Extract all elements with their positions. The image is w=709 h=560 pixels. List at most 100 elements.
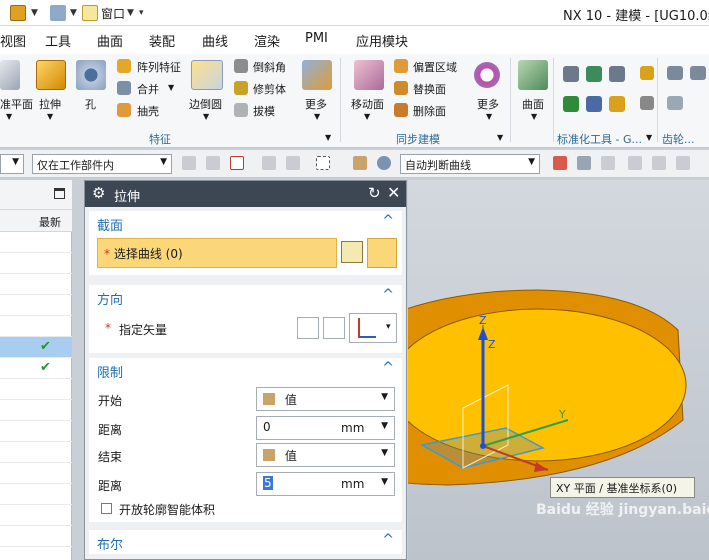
chevron-down-icon[interactable]: ▼ [497,133,503,142]
datum-plane-icon[interactable] [0,60,20,90]
table-row[interactable] [0,463,72,484]
edge-blend-icon[interactable] [191,60,223,90]
table-row[interactable] [0,421,72,442]
reverse-direction-icon[interactable] [297,317,319,339]
type-filter-combo[interactable]: ▼ [0,154,24,174]
menu-curve[interactable]: 曲线 [202,31,228,50]
menu-applications[interactable]: 应用模块 [356,31,408,50]
shell-button[interactable]: 抽壳 [137,103,159,119]
chevron-down-icon[interactable]: ▼ [31,8,38,18]
gear-icon[interactable]: ⚙ [92,184,105,202]
reset-icon[interactable]: ↻ [368,184,381,202]
draft-button[interactable]: 拔模 [253,103,275,119]
box-select-icon[interactable] [316,156,330,170]
snap-point-icon[interactable] [182,156,196,170]
snap-point-icon[interactable] [652,156,666,170]
chevron-down-icon[interactable]: ▼ [486,112,492,121]
more-icon[interactable] [302,60,332,90]
chevron-up-icon[interactable]: ^ [382,287,394,303]
menu-surface[interactable]: 曲面 [97,31,123,50]
crosshair-icon[interactable] [230,156,244,170]
chevron-up-icon[interactable]: ^ [382,532,394,548]
table-row[interactable]: ✔ [0,358,72,379]
more-sync-button[interactable]: 更多 [477,96,499,112]
end-type-dropdown[interactable]: 值 ▼ [256,443,395,467]
chevron-down-icon[interactable]: ▾ [139,8,144,18]
move-face-button[interactable]: 移动面 [351,96,384,112]
table-row[interactable] [0,274,72,295]
cylinder-icon[interactable] [377,156,391,170]
book-icon[interactable] [10,5,26,21]
close-icon[interactable]: ✕ [387,183,400,202]
table-row[interactable] [0,295,72,316]
chevron-down-icon[interactable]: ▼ [531,112,537,121]
hole-icon[interactable] [76,60,106,90]
hole-button[interactable]: 孔 [85,96,96,112]
boolean-header[interactable]: 布尔 ^ [89,530,402,554]
grid-tool-icon[interactable] [609,96,625,112]
table-row[interactable] [0,526,72,547]
table-row[interactable] [0,442,72,463]
datum-plane-button[interactable]: 准平面 [0,96,33,112]
chevron-down-icon[interactable]: ▼ [381,421,388,431]
column-latest[interactable]: 最新 [39,214,61,230]
window-menu[interactable]: 窗口 [101,5,125,22]
pattern-feature-button[interactable]: 阵列特征 [137,59,181,75]
gear-tool-icon[interactable] [690,66,706,80]
chevron-up-icon[interactable]: ^ [382,360,394,376]
table-row[interactable] [0,400,72,421]
menu-assembly[interactable]: 装配 [149,31,175,50]
chevron-down-icon[interactable]: ▼ [203,112,209,121]
cube-icon[interactable] [353,156,367,170]
grid-tool-icon[interactable] [609,66,625,82]
chevron-down-icon[interactable]: ▼ [364,112,370,121]
snap-point-icon[interactable] [676,156,690,170]
menu-view[interactable]: 视图 [0,31,26,50]
snap-point-icon[interactable] [206,156,220,170]
grid-tool-icon[interactable] [586,96,602,112]
menu-pmi[interactable]: PMI [305,31,328,46]
grid-tool-icon[interactable] [640,96,654,110]
direction-header[interactable]: 方向 ^ [89,285,402,309]
start-type-dropdown[interactable]: 值 ▼ [256,387,395,411]
snap-point-icon[interactable] [628,156,642,170]
scope-filter-combo[interactable]: 仅在工作部件内 ▼ [32,154,172,174]
section-header[interactable]: 截面 ^ [89,211,402,235]
extrude-icon[interactable] [36,60,66,90]
curve-rule-combo[interactable]: 自动判断曲线 ▼ [400,154,540,174]
menu-render[interactable]: 渲染 [254,31,280,50]
chevron-down-icon[interactable]: ▼ [325,133,331,142]
select-curve-field[interactable]: * 选择曲线 (0) [97,238,337,268]
snap-point-icon[interactable] [262,156,276,170]
vector-type-dropdown[interactable]: ▾ [349,313,397,343]
chevron-down-icon[interactable]: ▼ [6,112,12,121]
start-distance-field[interactable]: 0 mm ▼ [256,416,395,440]
delete-face-button[interactable]: 删除面 [413,103,446,119]
grid-tool-icon[interactable] [640,66,654,80]
surface-button[interactable]: 曲面 [522,96,544,112]
grid-tool-icon[interactable] [563,96,579,112]
menu-tools[interactable]: 工具 [45,31,71,50]
graphics-viewport[interactable]: Z Z Y XY 平面 / 基准坐标系(0) Baidu 经验 jingyan.… [408,180,709,560]
snap-point-icon[interactable] [601,156,615,170]
curve-section-icon[interactable] [367,238,397,268]
arrow-right-icon[interactable] [577,156,591,170]
chevron-down-icon[interactable]: ▼ [168,83,174,92]
table-row[interactable] [0,316,72,337]
replace-face-button[interactable]: 替换面 [413,81,446,97]
chevron-down-icon[interactable]: ▼ [127,8,134,18]
extrude-button[interactable]: 拉伸 [39,96,61,112]
maximize-icon[interactable] [54,188,65,199]
chamfer-button[interactable]: 倒斜角 [253,59,286,75]
cylinder-top-face[interactable] [408,308,687,462]
table-row[interactable] [0,379,72,400]
edit-icon[interactable] [50,5,66,21]
refresh-icon[interactable] [474,62,500,88]
offset-region-button[interactable]: 偏置区域 [413,59,457,75]
window-icon[interactable] [82,5,98,21]
grid-tool-icon[interactable] [563,66,579,82]
vector-dialog-icon[interactable] [323,317,345,339]
chevron-down-icon[interactable]: ▼ [381,477,388,487]
end-distance-field[interactable]: 5 mm ▼ [256,472,395,496]
more-features-button[interactable]: 更多 [305,96,327,112]
